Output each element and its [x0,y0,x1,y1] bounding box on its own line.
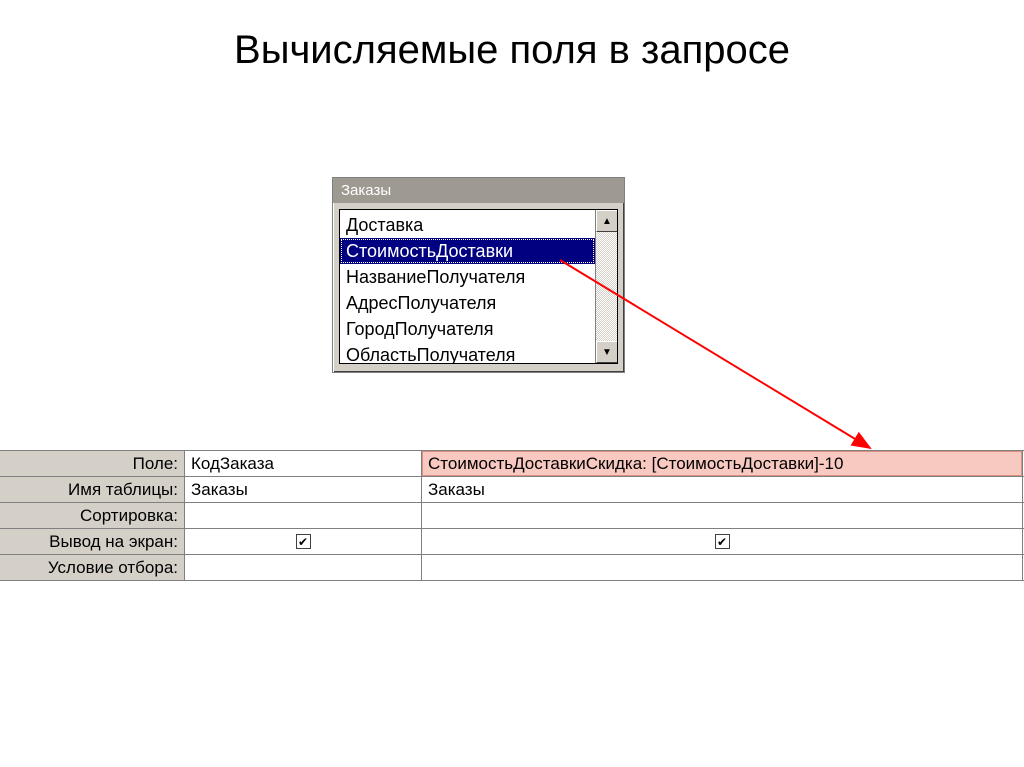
grid-row-table: Имя таблицы: Заказы Заказы [0,477,1024,503]
row-label-criteria: Условие отбора: [0,555,185,580]
scroll-up-button[interactable]: ▲ [596,210,618,232]
table-panel: Заказы Доставка СтоимостьДоставки Назван… [332,177,625,373]
page-title: Вычисляемые поля в запросе [0,28,1024,73]
sort-cell[interactable] [185,503,422,528]
scroll-track[interactable] [596,232,617,341]
list-item[interactable]: АдресПолучателя [340,290,595,316]
scroll-down-button[interactable]: ▼ [596,341,618,363]
show-cell[interactable]: ✔ [422,529,1023,554]
field-cell[interactable]: КодЗаказа [185,451,422,476]
table-panel-title: Заказы [333,178,624,203]
list-item[interactable]: СтоимостьДоставки [340,238,595,264]
query-design-grid: Поле: КодЗаказа СтоимостьДоставкиСкидка:… [0,450,1024,581]
list-item[interactable]: НазваниеПолучателя [340,264,595,290]
grid-row-show: Вывод на экран: ✔ ✔ [0,529,1024,555]
row-label-field: Поле: [0,451,185,476]
list-item[interactable]: ГородПолучателя [340,316,595,342]
criteria-cell[interactable] [422,555,1023,580]
list-item[interactable]: ОбластьПолучателя [340,342,595,364]
field-cell[interactable]: СтоимостьДоставкиСкидка: [СтоимостьДоста… [422,451,1023,476]
table-cell[interactable]: Заказы [422,477,1023,502]
show-cell[interactable]: ✔ [185,529,422,554]
row-label-show: Вывод на экран: [0,529,185,554]
grid-row-field: Поле: КодЗаказа СтоимостьДоставкиСкидка:… [0,451,1024,477]
list-item[interactable]: Доставка [340,212,595,238]
grid-row-criteria: Условие отбора: [0,555,1024,581]
scrollbar[interactable]: ▲ ▼ [595,210,617,363]
field-list[interactable]: Доставка СтоимостьДоставки НазваниеПолуч… [339,209,618,364]
chevron-up-icon: ▲ [602,216,612,227]
checkbox-icon[interactable]: ✔ [296,534,311,549]
annotation-arrow [0,0,1024,767]
criteria-cell[interactable] [185,555,422,580]
row-label-sort: Сортировка: [0,503,185,528]
checkbox-icon[interactable]: ✔ [715,534,730,549]
row-label-table: Имя таблицы: [0,477,185,502]
chevron-down-icon: ▼ [602,347,612,358]
sort-cell[interactable] [422,503,1023,528]
grid-row-sort: Сортировка: [0,503,1024,529]
table-cell[interactable]: Заказы [185,477,422,502]
